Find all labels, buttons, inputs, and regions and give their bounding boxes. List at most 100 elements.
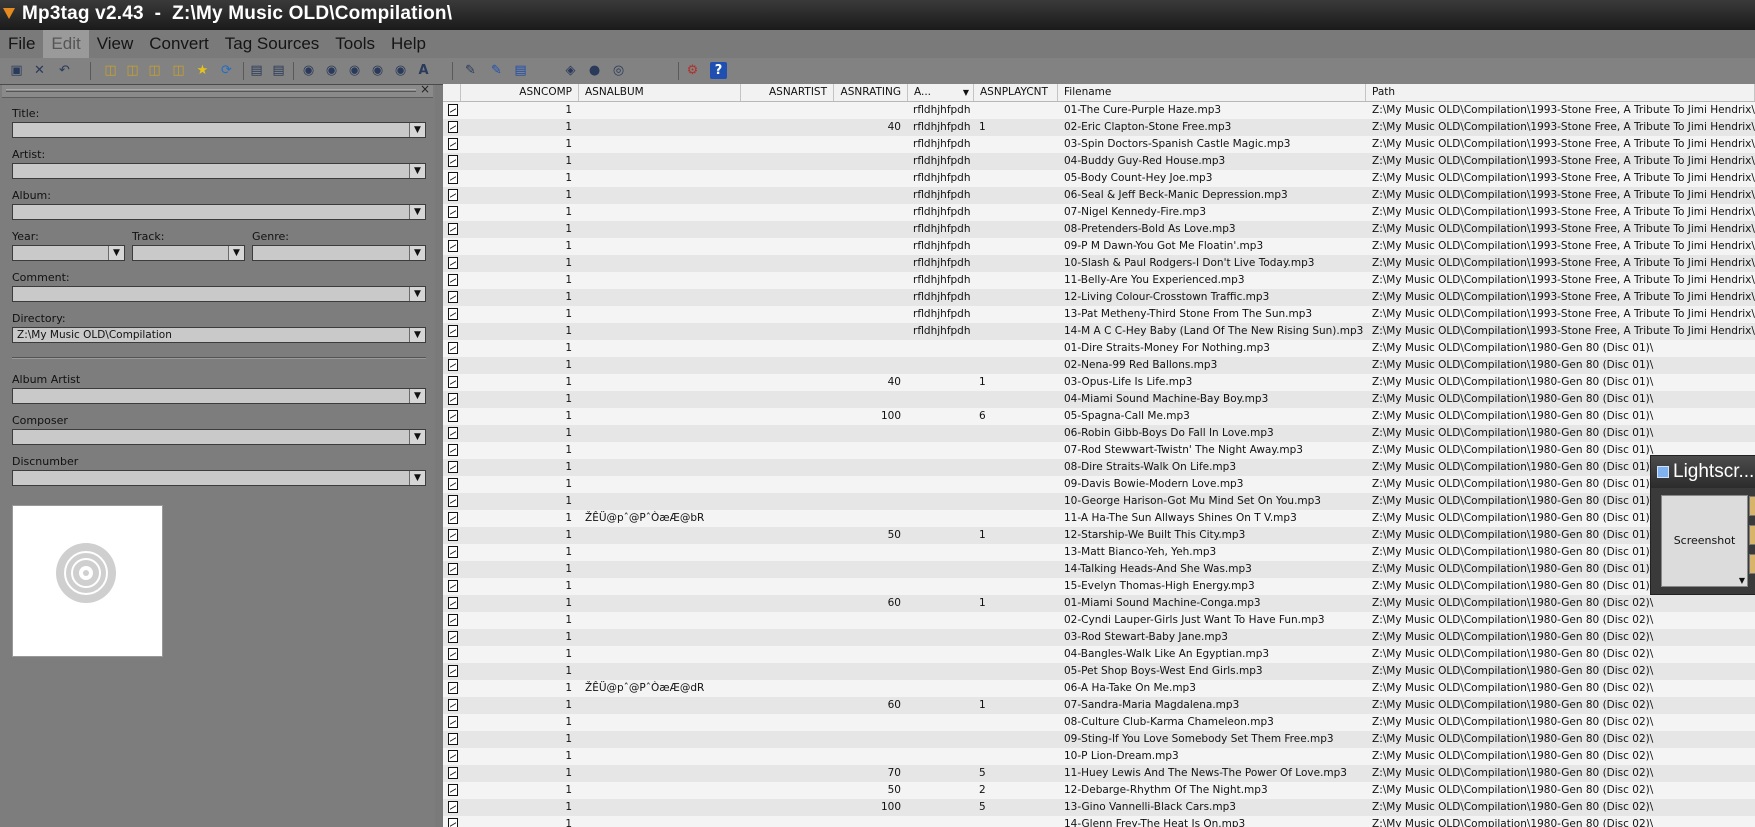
table-row[interactable]: 1 60 1 07-Sandra-Maria Magdalena.mp3 Z:\My M… [443, 697, 1755, 714]
table-row[interactable]: 1 rfldhjhfpdh 01-The Cure-Purple Haze.mp3 Z… [443, 102, 1755, 119]
composer-field[interactable]: ▼ [12, 429, 426, 445]
add-directory-icon[interactable]: ◫ [124, 62, 141, 79]
window-title-bar[interactable]: Mp3tag v2.43 - Z:\My Music OLD\Compilati… [0, 0, 1755, 30]
tag-tag-icon[interactable]: ◉ [369, 62, 386, 79]
filename-tag-icon[interactable]: ◉ [323, 62, 340, 79]
lightshot-side-button[interactable] [1749, 496, 1755, 516]
chevron-down-icon[interactable]: ▼ [409, 471, 425, 485]
autonumber-icon[interactable]: ◉ [392, 62, 409, 79]
chevron-down-icon[interactable]: ▼ [108, 246, 124, 260]
lightshot-title-bar[interactable]: Lightscr... [1651, 456, 1755, 488]
column-header-asncomp[interactable]: ASNCOMP [461, 84, 579, 101]
panel-grip[interactable] [6, 89, 416, 92]
chevron-down-icon[interactable]: ▼ [409, 123, 425, 137]
table-row[interactable]: 1 rfldhjhfpdh 06-Seal & Jeff Beck-Manic De… [443, 187, 1755, 204]
table-row[interactable]: 1 14-Talking Heads-And She Was.mp3 Z:\My M… [443, 561, 1755, 578]
table-row[interactable]: 1 05-Pet Shop Boys-West End Girls.mp3 Z:\M… [443, 663, 1755, 680]
favorite-directory-icon[interactable]: ◫ [170, 62, 187, 79]
lightshot-side-button[interactable] [1749, 554, 1755, 574]
album-cover-box[interactable] [12, 505, 163, 657]
table-row[interactable]: 1 13-Matt Bianco-Yeh, Yeh.mp3 Z:\My Music … [443, 544, 1755, 561]
tag-filename-icon[interactable]: ◉ [300, 62, 317, 79]
table-row[interactable]: 1 07-Rod Stewwart-Twistn' The Night Away.… [443, 442, 1755, 459]
table-row[interactable]: 1 rfldhjhfpdh 08-Pretenders-Bold As Love.m… [443, 221, 1755, 238]
table-row[interactable]: 1 100 5 13-Gino Vannelli-Black Cars.mp3 Z:\M… [443, 799, 1755, 816]
menu-convert[interactable]: Convert [141, 30, 217, 58]
table-row[interactable]: 1 02-Cyndi Lauper-Girls Just Want To Have… [443, 612, 1755, 629]
extended-tags-icon[interactable]: ✎ [462, 62, 479, 79]
menu-edit[interactable]: Edit [43, 30, 89, 58]
text-file-tag-icon[interactable]: ◉ [346, 62, 363, 79]
year-field[interactable]: ▼ [12, 245, 125, 261]
table-row[interactable]: 1 rfldhjhfpdh 04-Buddy Guy-Red House.mp3 Z:… [443, 153, 1755, 170]
dropdown-arrow-icon[interactable]: ▼ [1739, 576, 1745, 585]
discnumber-field[interactable]: ▼ [12, 470, 426, 486]
artist-field[interactable]: ▼ [12, 163, 426, 179]
album-artist-field[interactable]: ▼ [12, 388, 426, 404]
menu-view[interactable]: View [89, 30, 142, 58]
playlist-icon[interactable]: ▤ [512, 62, 529, 79]
chevron-down-icon[interactable]: ▼ [409, 389, 425, 403]
table-row[interactable]: 1 40 1 03-Opus-Life Is Life.mp3 Z:\My Music … [443, 374, 1755, 391]
case-conversion-icon[interactable]: A [415, 62, 432, 79]
column-header-asnalbum[interactable]: ASNALBUM [579, 84, 741, 101]
table-row[interactable]: 1 03-Rod Stewart-Baby Jane.mp3 Z:\My Music… [443, 629, 1755, 646]
menu-tools[interactable]: Tools [327, 30, 383, 58]
table-row[interactable]: 1 ŽÊÜ@pˆ@PˆÒæÆ@dR 06-A Ha-Take On Me.mp3 Z:… [443, 680, 1755, 697]
title-field[interactable]: ▼ [12, 122, 426, 138]
paste-tag-icon[interactable]: ▤ [270, 62, 287, 79]
table-row[interactable]: 1 rfldhjhfpdh 05-Body Count-Hey Joe.mp3 Z:\… [443, 170, 1755, 187]
menu-file[interactable]: File [0, 30, 43, 58]
options-icon[interactable]: ⚙ [684, 62, 701, 79]
add-file-icon[interactable]: ◫ [146, 62, 163, 79]
remove-icon[interactable]: ✕ [31, 62, 48, 79]
table-row[interactable]: 1 09-Davis Bowie-Modern Love.mp3 Z:\My Mus… [443, 476, 1755, 493]
table-row[interactable]: 1 02-Nena-99 Red Ballons.mp3 Z:\My Music O… [443, 357, 1755, 374]
album-field[interactable]: ▼ [12, 204, 426, 220]
genre-field[interactable]: ▼ [252, 245, 426, 261]
menu-tag-sources[interactable]: Tag Sources [217, 30, 328, 58]
table-row[interactable]: 1 50 2 12-Debarge-Rhythm Of The Night.mp3 Z:… [443, 782, 1755, 799]
table-row[interactable]: 1 08-Culture Club-Karma Chameleon.mp3 Z:\M… [443, 714, 1755, 731]
column-header-asnplaycnt[interactable]: ASNPLAYCNT [974, 84, 1058, 101]
chevron-down-icon[interactable]: ▼ [409, 287, 425, 301]
table-row[interactable]: 1 09-Sting-If You Love Somebody Set Them … [443, 731, 1755, 748]
panel-splitter[interactable] [435, 85, 443, 827]
copy-tag-icon[interactable]: ▤ [248, 62, 265, 79]
chevron-down-icon[interactable]: ▼ [409, 205, 425, 219]
directory-field[interactable]: Z:\My Music OLD\Compilation ▼ [12, 327, 426, 343]
change-directory-icon[interactable]: ◫ [102, 62, 119, 79]
lightshot-window[interactable]: Lightscr... Screenshot ▼ [1650, 455, 1755, 595]
table-row[interactable]: 1 rfldhjhfpdh 14-M A C C-Hey Baby (Land Of… [443, 323, 1755, 340]
table-row[interactable]: 1 04-Miami Sound Machine-Bay Boy.mp3 Z:\My… [443, 391, 1755, 408]
column-header-asnartist[interactable]: ASNARTIST [741, 84, 834, 101]
freedb-icon[interactable]: ◈ [562, 62, 579, 79]
table-row[interactable]: 1 rfldhjhfpdh 10-Slash & Paul Rodgers-I Do… [443, 255, 1755, 272]
table-row[interactable]: 1 04-Bangles-Walk Like An Egyptian.mp3 Z:\… [443, 646, 1755, 663]
chevron-down-icon[interactable]: ▼ [409, 164, 425, 178]
table-row[interactable]: 1 10-P Lion-Dream.mp3 Z:\My Music OLD\Comp… [443, 748, 1755, 765]
undo-icon[interactable]: ↶ [56, 62, 73, 79]
table-row[interactable]: 1 100 6 05-Spagna-Call Me.mp3 Z:\My Music OL… [443, 408, 1755, 425]
export-icon[interactable]: ✎ [488, 62, 505, 79]
column-header-path[interactable]: Path [1366, 84, 1755, 101]
favorite-star-icon[interactable]: ★ [194, 62, 211, 79]
refresh-icon[interactable]: ⟳ [218, 62, 235, 79]
table-row[interactable]: 1 rfldhjhfpdh 03-Spin Doctors-Spanish Cast… [443, 136, 1755, 153]
table-row[interactable]: 1 rfldhjhfpdh 09-P M Dawn-You Got Me Float… [443, 238, 1755, 255]
close-icon[interactable]: × [420, 82, 430, 96]
menu-help[interactable]: Help [383, 30, 434, 58]
web-sources-icon[interactable]: ◎ [610, 62, 627, 79]
chevron-down-icon[interactable]: ▼ [409, 430, 425, 444]
screenshot-button[interactable]: Screenshot ▼ [1661, 495, 1748, 587]
track-field[interactable]: ▼ [132, 245, 245, 261]
help-icon[interactable]: ? [710, 62, 727, 79]
table-row[interactable]: 1 01-Dire Straits-Money For Nothing.mp3 Z:… [443, 340, 1755, 357]
chevron-down-icon[interactable]: ▼ [228, 246, 244, 260]
chevron-down-icon[interactable]: ▼ [409, 246, 425, 260]
chevron-down-icon[interactable]: ▼ [409, 328, 425, 342]
column-header-filename[interactable]: Filename [1058, 84, 1366, 101]
table-row[interactable]: 1 10-George Harison-Got Mu Mind Set On Yo… [443, 493, 1755, 510]
table-row[interactable]: 1 ŽÊÜ@pˆ@PˆÒæÆ@bR 11-A Ha-The Sun Allways … [443, 510, 1755, 527]
save-icon[interactable]: ▣ [8, 62, 25, 79]
